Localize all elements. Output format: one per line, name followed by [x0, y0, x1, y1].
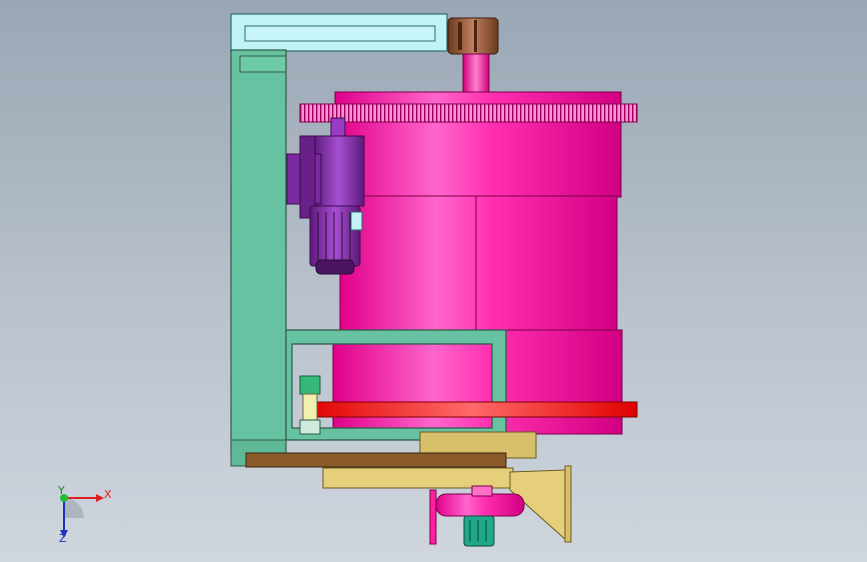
- red-band: [305, 401, 638, 418]
- gear-ring: [299, 103, 638, 123]
- top-coupling: [447, 17, 499, 55]
- roller-assembly: [299, 375, 321, 435]
- assembly-drawing: X Y Z: [57, 13, 638, 547]
- y-axis-label: Y: [57, 484, 65, 497]
- main-drum: [332, 91, 623, 435]
- cad-viewport[interactable]: X Y Z: [0, 0, 867, 562]
- z-axis-label: Z: [59, 532, 67, 545]
- x-axis-label: X: [104, 488, 112, 501]
- coordinate-triad: X Y Z: [57, 484, 112, 545]
- top-cyan-panel: [230, 13, 448, 52]
- brown-bar: [245, 452, 507, 468]
- drive-motor: [286, 117, 365, 275]
- top-shaft: [462, 53, 490, 95]
- green-frame: [230, 49, 287, 467]
- x-axis-arrow-icon: [96, 494, 104, 502]
- base-plate: [322, 467, 514, 489]
- teal-motor: [463, 515, 495, 547]
